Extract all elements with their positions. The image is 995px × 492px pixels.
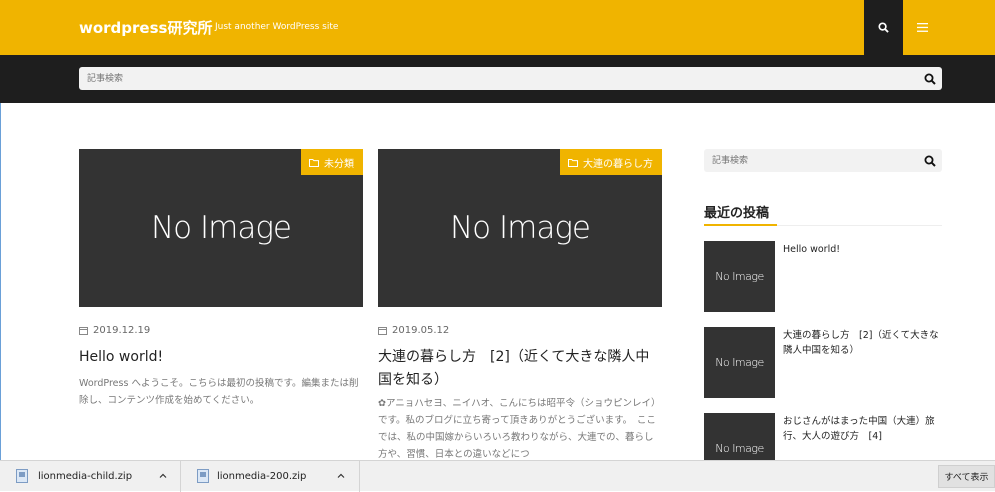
post-card[interactable]: No Image 未分類 2019.12.19 Hello world! Wor… [79, 149, 363, 406]
recent-posts-heading: 最近の投稿 [704, 206, 770, 221]
calendar-icon [79, 327, 88, 335]
recent-post-thumbnail[interactable]: No Image [704, 327, 775, 398]
no-image-text: No Image [715, 356, 764, 369]
post-title[interactable]: 大連の暮らし方 [2]（近くて大きな隣人中国を知る） [378, 346, 662, 392]
hamburger-menu-icon [917, 23, 928, 32]
site-header: wordpress研究所 Just another WordPress site [0, 0, 995, 55]
heading-accent [704, 224, 777, 226]
category-label: 大連の暮らし方 [583, 158, 653, 170]
post-date: 2019.05.12 [378, 325, 449, 336]
calendar-icon [378, 327, 387, 335]
category-badge[interactable]: 未分類 [301, 149, 363, 175]
sidebar-search-box [704, 149, 942, 172]
post-title[interactable]: Hello world! [79, 346, 363, 369]
site-title[interactable]: wordpress研究所 [79, 17, 212, 38]
search-box [79, 67, 942, 90]
chevron-up-icon[interactable] [336, 471, 346, 481]
show-all-button[interactable]: すべて表示 [938, 465, 995, 488]
download-filename: lionmedia-child.zip [38, 471, 133, 482]
no-image-text: No Image [150, 210, 292, 246]
post-date: 2019.12.19 [79, 325, 150, 336]
search-icon [878, 22, 889, 33]
search-submit-icon[interactable] [924, 155, 936, 167]
search-submit-icon[interactable] [924, 73, 936, 85]
category-label: 未分類 [324, 158, 354, 170]
post-excerpt: WordPress へようこそ。こちらは最初の投稿です。編集または削除し、コンテ… [79, 378, 359, 406]
chevron-up-icon[interactable] [158, 471, 168, 481]
folder-icon [309, 158, 319, 167]
download-filename: lionmedia-200.zip [217, 471, 307, 482]
recent-post-title[interactable]: Hello world! [783, 242, 943, 257]
recent-post-title[interactable]: 大連の暮らし方 [2]（近くて大きな隣人中国を知る） [783, 328, 943, 358]
downloads-bar: lionmedia-child.zip lionmedia-200.zip すべ… [0, 460, 995, 492]
header-search-button[interactable] [864, 0, 903, 55]
zip-file-icon [197, 469, 209, 483]
recent-post-thumbnail[interactable]: No Image [704, 241, 775, 312]
sidebar-search-input[interactable] [712, 154, 912, 167]
search-input[interactable] [87, 72, 907, 85]
no-image-text: No Image [715, 442, 764, 455]
site-tagline: Just another WordPress site [215, 22, 339, 32]
category-badge[interactable]: 大連の暮らし方 [560, 149, 662, 175]
post-date-text: 2019.05.12 [392, 325, 450, 336]
window-edge [0, 103, 1, 460]
post-thumbnail[interactable]: No Image 大連の暮らし方 [378, 149, 662, 307]
zip-file-icon [16, 469, 28, 483]
post-excerpt: ✿アニョハセヨ、ニイハオ、こんにちは昭平令（ショウピンレイ） です。私のブログに… [378, 398, 662, 460]
post-thumbnail[interactable]: No Image 未分類 [79, 149, 363, 307]
no-image-text: No Image [449, 210, 591, 246]
recent-post-title[interactable]: おじさんがはまった中国（大連）旅行、大人の遊び方 [4] [783, 414, 943, 444]
download-item[interactable]: lionmedia-child.zip [0, 461, 181, 492]
post-date-text: 2019.12.19 [93, 325, 151, 336]
no-image-text: No Image [715, 270, 764, 283]
search-strip [0, 55, 995, 103]
post-card[interactable]: No Image 大連の暮らし方 2019.05.12 大連の暮らし方 [2]（… [378, 149, 662, 460]
folder-icon [568, 158, 578, 167]
header-menu-button[interactable] [903, 0, 942, 55]
download-item[interactable]: lionmedia-200.zip [181, 461, 360, 492]
